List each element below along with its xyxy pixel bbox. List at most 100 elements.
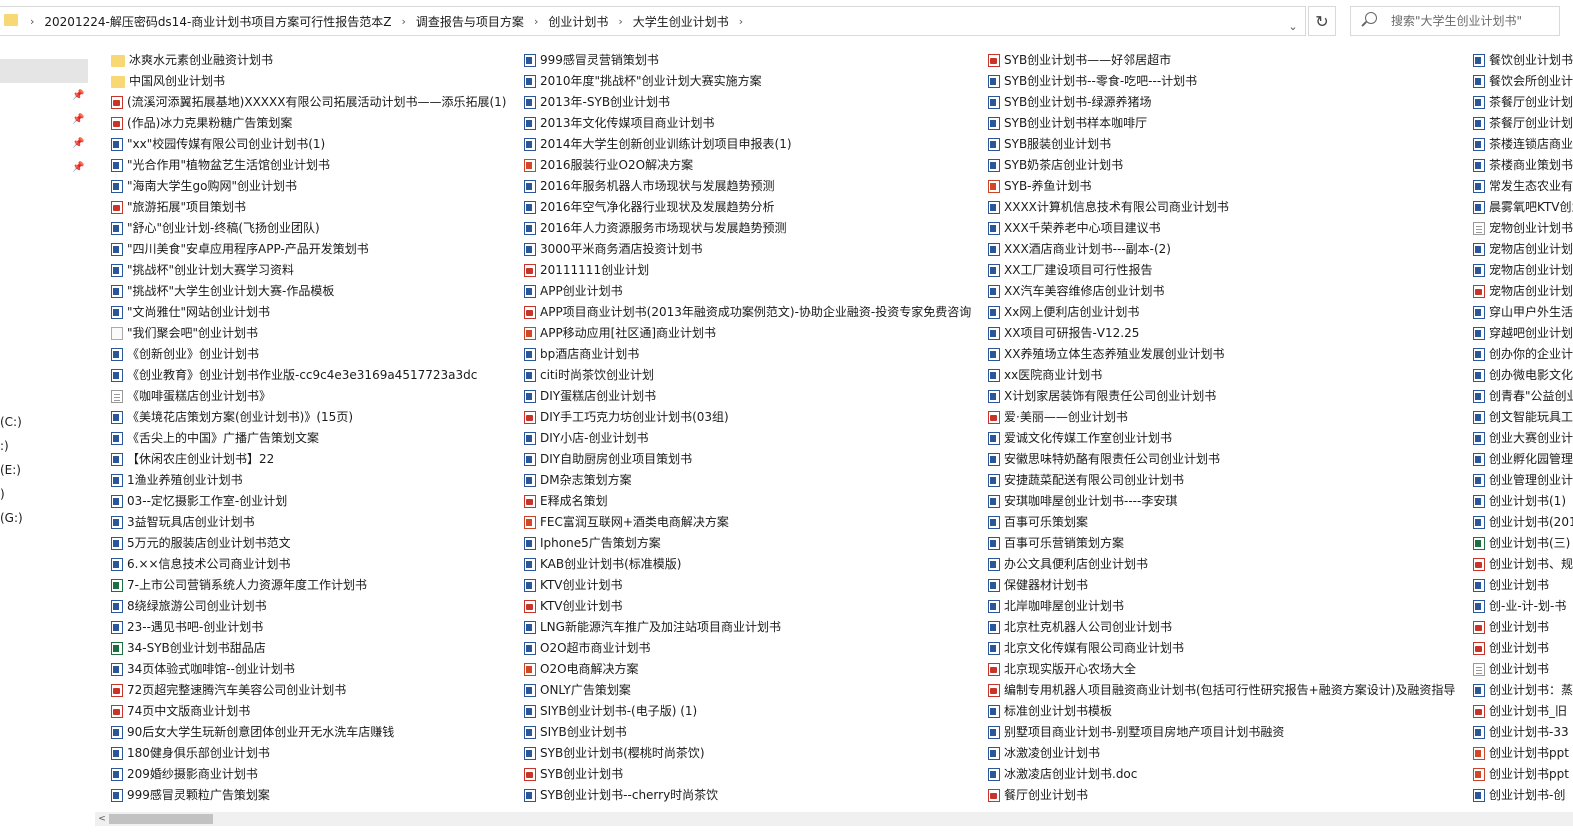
- horizontal-scrollbar[interactable]: <: [95, 812, 1573, 826]
- file-item[interactable]: 创文智能玩具工作室: [1473, 407, 1573, 428]
- file-item[interactable]: "海南大学生go购网"创业计划书: [111, 176, 521, 197]
- address-box[interactable]: › 20201224-解压密码ds14-商业计划书项目方案可行性报告范本Z › …: [0, 6, 1306, 36]
- file-item[interactable]: 北京杜克机器人公司创业计划书: [988, 617, 1468, 638]
- file-item[interactable]: 《美境花店策划方案(创业计划书)》(15页): [111, 407, 521, 428]
- nav-drive-d[interactable]: :): [0, 439, 9, 453]
- file-item[interactable]: 创业计划书(1): [1473, 491, 1573, 512]
- file-item[interactable]: 晨雾氧吧KTV创业: [1473, 197, 1573, 218]
- file-item[interactable]: LNG新能源汽车推广及加注站项目商业计划书: [524, 617, 984, 638]
- file-item[interactable]: 北京文化传媒有限公司商业计划书: [988, 638, 1468, 659]
- file-item[interactable]: 180健身俱乐部创业计划书: [111, 743, 521, 764]
- file-item[interactable]: 创业计划书: [1473, 617, 1573, 638]
- file-item[interactable]: 23--遇见书吧-创业计划书: [111, 617, 521, 638]
- file-item[interactable]: 编制专用机器人项目融资商业计划书(包括可行性研究报告+融资方案设计)及融资指导: [988, 680, 1468, 701]
- file-item[interactable]: 999感冒灵营销策划书: [524, 50, 984, 71]
- nav-selected-item[interactable]: [0, 59, 88, 83]
- chevron-right-icon[interactable]: ›: [528, 15, 544, 28]
- breadcrumb-item-reports[interactable]: 调查报告与项目方案: [412, 13, 528, 30]
- file-item[interactable]: XX汽车美容维修店创业计划书: [988, 281, 1468, 302]
- file-item[interactable]: 34页体验式咖啡馆--创业计划书: [111, 659, 521, 680]
- file-item[interactable]: 创业计划书(2018): [1473, 512, 1573, 533]
- file-item[interactable]: 宠物店创业计划书: [1473, 239, 1573, 260]
- pin-icon[interactable]: 📌: [72, 162, 84, 174]
- file-item[interactable]: DIY蛋糕店创业计划书: [524, 386, 984, 407]
- breadcrumb-item-student-plans[interactable]: 大学生创业计划书: [629, 13, 733, 30]
- file-item[interactable]: 宠物店创业计划书: [1473, 281, 1573, 302]
- file-item[interactable]: 创业孵化园管理: [1473, 449, 1573, 470]
- file-item[interactable]: 创办微电影文化: [1473, 365, 1573, 386]
- file-item[interactable]: 宠物店创业计划书: [1473, 260, 1573, 281]
- file-item[interactable]: 创业管理创业计划书: [1473, 470, 1573, 491]
- breadcrumb-item-root[interactable]: 20201224-解压密码ds14-商业计划书项目方案可行性报告范本Z: [40, 13, 395, 30]
- file-item[interactable]: 999感冒灵颗粒广告策划案: [111, 785, 521, 806]
- file-item[interactable]: 别墅项目商业计划书-别墅项目房地产项目计划书融资: [988, 722, 1468, 743]
- file-item[interactable]: O2O电商解决方案: [524, 659, 984, 680]
- file-item[interactable]: "光合作用"植物盆艺生活馆创业计划书: [111, 155, 521, 176]
- search-input[interactable]: 搜索"大学生创业计划书": [1350, 6, 1560, 36]
- file-item[interactable]: 创业计划书_旧: [1473, 701, 1573, 722]
- file-item[interactable]: 7-上市公司营销系统人力资源年度工作计划书: [111, 575, 521, 596]
- file-item[interactable]: 创-业-计-划-书: [1473, 596, 1573, 617]
- file-item[interactable]: 2016服装行业O2O解决方案: [524, 155, 984, 176]
- file-item[interactable]: 保健器材计划书: [988, 575, 1468, 596]
- file-item[interactable]: DIY自助厨房创业项目策划书: [524, 449, 984, 470]
- scrollbar-thumb[interactable]: [109, 814, 213, 824]
- file-item[interactable]: "挑战杯"创业计划大赛学习资料: [111, 260, 521, 281]
- file-item[interactable]: 《咖啡蛋糕店创业计划书》: [111, 386, 521, 407]
- file-item[interactable]: DIY小店-创业计划书: [524, 428, 984, 449]
- file-item[interactable]: "舒心"创业计划-终稿(飞扬创业团队): [111, 218, 521, 239]
- file-item[interactable]: DIY手工巧克力坊创业计划书(03组): [524, 407, 984, 428]
- file-item[interactable]: XXXX计算机信息技术有限公司商业计划书: [988, 197, 1468, 218]
- file-item[interactable]: SYB服装创业计划书: [988, 134, 1468, 155]
- file-item[interactable]: XXX千荣养老中心项目建议书: [988, 218, 1468, 239]
- file-item[interactable]: 创业计划书(三): [1473, 533, 1573, 554]
- file-item[interactable]: "挑战杯"大学生创业计划大赛-作品模板: [111, 281, 521, 302]
- chevron-right-icon[interactable]: ›: [24, 15, 40, 28]
- file-item[interactable]: 餐饮创业计划书: [1473, 50, 1573, 71]
- file-item[interactable]: 2014年大学生创新创业训练计划项目申报表(1): [524, 134, 984, 155]
- file-item[interactable]: 茶餐厅创业计划书: [1473, 92, 1573, 113]
- chevron-right-icon[interactable]: ›: [733, 15, 749, 28]
- file-item[interactable]: 常发生态农业有限公司: [1473, 176, 1573, 197]
- file-item[interactable]: Iphone5广告策划方案: [524, 533, 984, 554]
- file-item[interactable]: SYB创业计划书样本咖啡厅: [988, 113, 1468, 134]
- file-item[interactable]: 安琪咖啡屋创业计划书----李安琪: [988, 491, 1468, 512]
- file-item[interactable]: 3益智玩具店创业计划书: [111, 512, 521, 533]
- file-item[interactable]: (作品)冰力克果粉糖广告策划案: [111, 113, 521, 134]
- file-item[interactable]: 百事可乐营销策划方案: [988, 533, 1468, 554]
- pin-icon[interactable]: 📌: [72, 90, 84, 102]
- file-item[interactable]: 茶餐厅创业计划书: [1473, 113, 1573, 134]
- nav-drive-g[interactable]: (G:): [0, 511, 23, 525]
- file-item[interactable]: 创业计划书：蒸: [1473, 680, 1573, 701]
- file-item[interactable]: 穿山甲户外生活馆: [1473, 302, 1573, 323]
- file-item[interactable]: SYB创业计划书(樱桃时尚茶饮): [524, 743, 984, 764]
- file-item[interactable]: SYB-养鱼计划书: [988, 176, 1468, 197]
- file-item[interactable]: xx医院商业计划书: [988, 365, 1468, 386]
- file-item[interactable]: 2013年文化传媒项目商业计划书: [524, 113, 984, 134]
- file-item[interactable]: "旅游拓展"项目策划书: [111, 197, 521, 218]
- file-item[interactable]: 创业计划书ppt: [1473, 743, 1573, 764]
- file-item[interactable]: 餐厅创业计划书: [988, 785, 1468, 806]
- nav-drive-e[interactable]: (E:): [0, 463, 21, 477]
- file-item[interactable]: (流溪河添翼拓展基地)XXXXX有限公司拓展活动计划书——添乐拓展(1): [111, 92, 521, 113]
- file-item[interactable]: 《舌尖上的中国》广播广告策划文案: [111, 428, 521, 449]
- file-item[interactable]: XX工厂建设项目可行性报告: [988, 260, 1468, 281]
- file-item[interactable]: SIYB创业计划书: [524, 722, 984, 743]
- file-item[interactable]: 2016年空气净化器行业现状及发展趋势分析: [524, 197, 984, 218]
- file-item[interactable]: citi时尚茶饮创业计划: [524, 365, 984, 386]
- file-item[interactable]: 创青春"公益创业": [1473, 386, 1573, 407]
- file-item[interactable]: 餐饮会所创业计划书: [1473, 71, 1573, 92]
- file-item[interactable]: SYB创业计划书--零食-吃吧---计划书: [988, 71, 1468, 92]
- file-item[interactable]: 2010年度"挑战杯"创业计划大赛实施方案: [524, 71, 984, 92]
- file-item[interactable]: 创业计划书: [1473, 638, 1573, 659]
- file-item[interactable]: 6.××信息技术公司商业计划书: [111, 554, 521, 575]
- file-item[interactable]: 90后女大学生玩新创意团体创业开无水洗车店赚钱: [111, 722, 521, 743]
- file-item[interactable]: APP项目商业计划书(2013年融资成功案例范文)-协助企业融资-投资专家免费咨…: [524, 302, 984, 323]
- file-item[interactable]: 冰激凌店创业计划书.doc: [988, 764, 1468, 785]
- chevron-right-icon[interactable]: ›: [612, 15, 628, 28]
- file-item[interactable]: 创业大赛创业计划书: [1473, 428, 1573, 449]
- file-item[interactable]: 爱诚文化传媒工作室创业计划书: [988, 428, 1468, 449]
- file-item[interactable]: 2016年服务机器人市场现状与发展趋势预测: [524, 176, 984, 197]
- file-item[interactable]: 209婚纱摄影商业计划书: [111, 764, 521, 785]
- refresh-button[interactable]: ↻: [1308, 6, 1336, 36]
